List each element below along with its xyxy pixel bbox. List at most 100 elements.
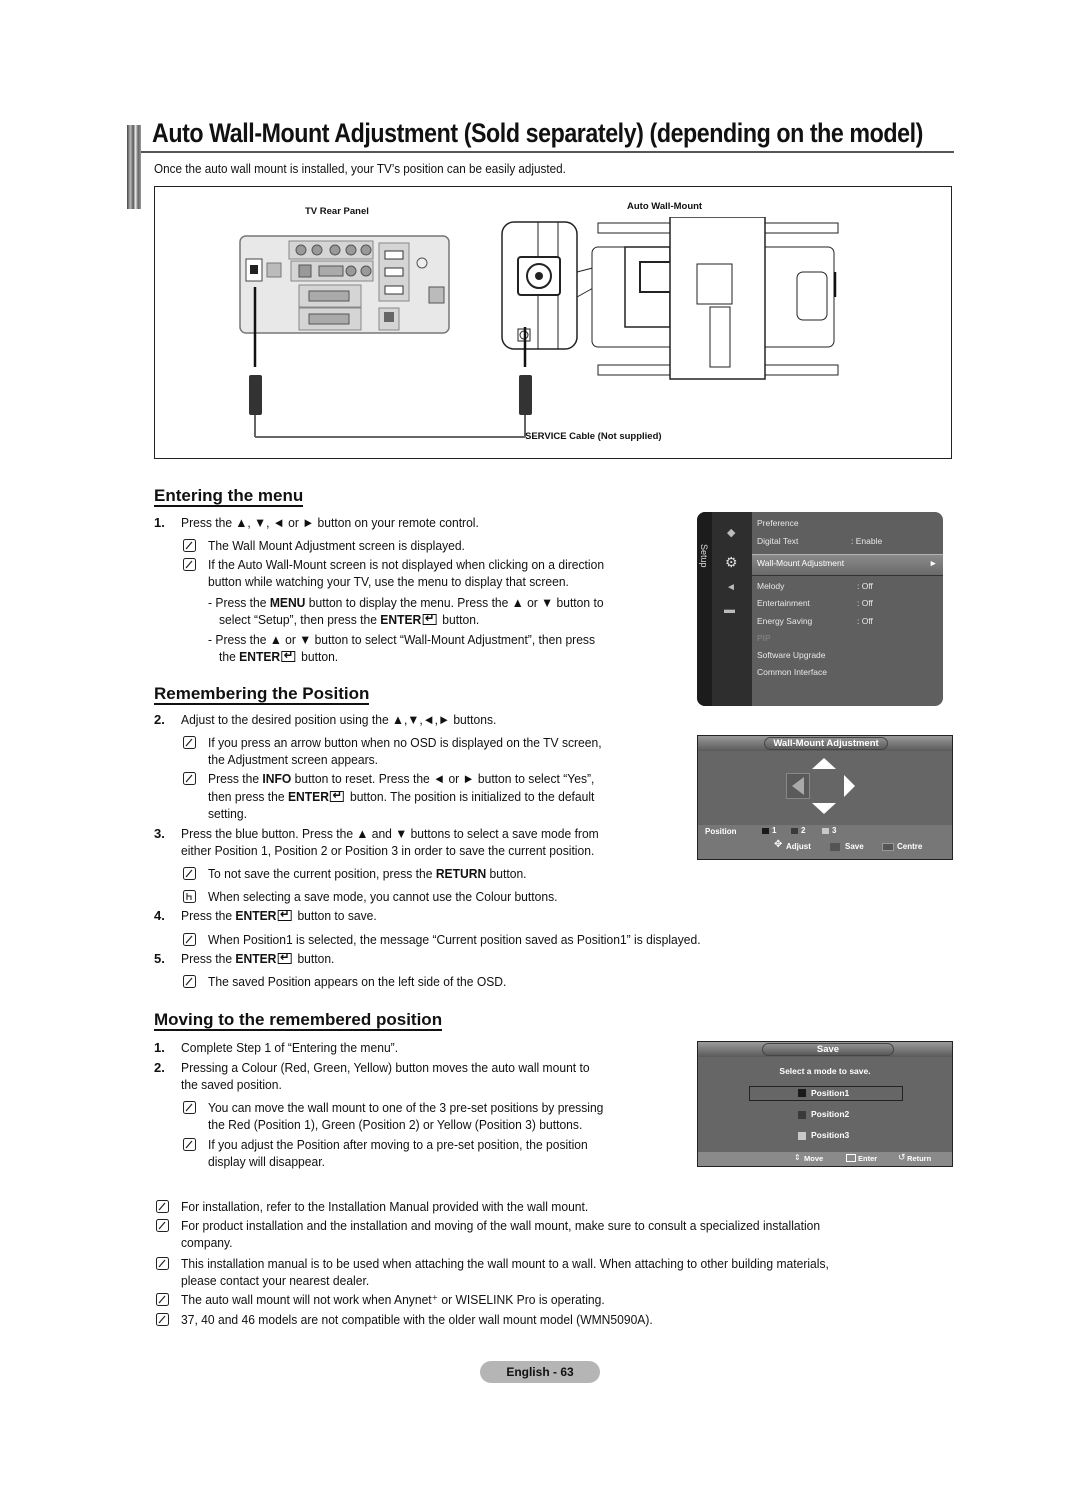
save-option-position1[interactable]: Position1 — [811, 1088, 849, 1098]
note-icon — [156, 1313, 169, 1326]
note-text: then press the ENTER button. The positio… — [208, 787, 594, 805]
osd-title: Save — [762, 1043, 894, 1056]
position-swatch-2 — [791, 828, 798, 834]
step-number: 2. — [154, 1060, 165, 1075]
step-number: 4. — [154, 908, 165, 923]
step-number: 1. — [154, 1040, 165, 1055]
step-text: Adjust to the desired position using the… — [181, 712, 497, 727]
step-text: Pressing a Colour (Red, Green, Yellow) b… — [181, 1060, 590, 1075]
note-icon — [156, 1257, 169, 1270]
note-icon — [183, 772, 196, 785]
title-divider — [141, 151, 954, 153]
general-note-text: 37, 40 and 46 models are not compatible … — [181, 1312, 653, 1327]
note-icon — [156, 1200, 169, 1213]
osd-icon-column: ◆ ⚙ ◄ ▬ — [712, 512, 752, 706]
step-text: Press the blue button. Press the ▲ and ▼… — [181, 826, 599, 841]
osd-menu-item-selected[interactable]: Wall-Mount Adjustment — [757, 558, 844, 568]
section-marker-bar — [127, 125, 141, 209]
osd-menu-item[interactable]: Software Upgrade — [757, 650, 826, 660]
position-1[interactable]: 1 — [772, 826, 776, 835]
osd-menu-item[interactable]: Preference — [757, 518, 799, 528]
heading-entering-menu: Entering the menu — [154, 486, 304, 507]
general-note-text: please contact your nearest dealer. — [181, 1273, 370, 1288]
note-text: To not save the current position, press … — [208, 866, 527, 881]
step-number: 2. — [154, 712, 165, 727]
return-label: Return — [907, 1154, 932, 1163]
note-text: the Adjustment screen appears. — [208, 752, 379, 767]
note-icon — [156, 1293, 169, 1306]
general-note-text: The auto wall mount will not work when A… — [181, 1292, 605, 1307]
instruction-text: select “Setup”, then press the ENTER but… — [219, 610, 479, 628]
cable-label: SERVICE Cable (Not supplied) — [525, 431, 662, 442]
osd-tab: Setup — [697, 512, 712, 706]
note-icon — [183, 933, 196, 946]
wall-mount-label: Auto Wall-Mount — [627, 201, 703, 212]
save-option-position3[interactable]: Position3 — [811, 1130, 849, 1140]
note-icon — [183, 975, 196, 988]
osd-menu-value: : Enable — [851, 536, 883, 546]
osd-menu-value: : Off — [857, 598, 873, 608]
heading-remembering-position: Remembering the Position — [154, 684, 370, 705]
note-icon — [183, 558, 196, 571]
enter-label: Enter — [858, 1154, 878, 1163]
osd-header: Wall-Mount Adjustment — [698, 736, 952, 751]
note-text: Press the INFO button to reset. Press th… — [208, 771, 595, 786]
arrow-down-button[interactable] — [812, 803, 836, 814]
page-title: Auto Wall-Mount Adjustment (Sold separat… — [152, 118, 923, 148]
save-prompt: Select a mode to save. — [779, 1066, 871, 1076]
position2-swatch — [798, 1111, 806, 1119]
position3-swatch — [798, 1132, 806, 1140]
note-text: If you press an arrow button when no OSD… — [208, 735, 602, 750]
osd-menu-item[interactable]: Melody — [757, 581, 784, 591]
intro-text: Once the auto wall mount is installed, y… — [154, 161, 566, 176]
wall-mount-illustration — [501, 217, 839, 380]
enter-icon — [846, 1154, 856, 1162]
osd-footer: Position 1 2 3 ✥ Adjust Save Centre — [698, 825, 952, 859]
arrow-up-button[interactable] — [812, 758, 836, 769]
note-text: When Position1 is selected, the message … — [208, 932, 701, 947]
input-icon: ◄ — [726, 582, 736, 593]
connection-diagram: TV Rear Panel Auto Wall-Mount SERVICE Ca… — [154, 186, 952, 459]
return-icon: ↺ — [898, 1152, 906, 1162]
page-number-badge: English - 63 — [480, 1361, 600, 1383]
general-note-text: For installation, refer to the Installat… — [181, 1199, 589, 1214]
step-text: Press the ▲, ▼, ◄ or ► button on your re… — [181, 515, 479, 530]
position-swatch-3 — [822, 828, 829, 834]
step-text: either Position 1, Position 2 or Positio… — [181, 843, 595, 858]
position-2[interactable]: 2 — [801, 826, 805, 835]
osd-tab-label: Setup — [699, 544, 709, 568]
instruction-text: the ENTER button. — [219, 647, 338, 665]
save-option-position2[interactable]: Position2 — [811, 1109, 849, 1119]
position-3[interactable]: 3 — [832, 826, 836, 835]
general-note-text: This installation manual is to be used w… — [181, 1256, 829, 1271]
note-text: When selecting a save mode, you cannot u… — [208, 889, 558, 904]
osd-wall-mount-adjustment: Wall-Mount Adjustment Position 1 2 3 ✥ A… — [697, 735, 953, 860]
note-text: If you adjust the Position after moving … — [208, 1137, 588, 1152]
note-text: If the Auto Wall-Mount screen is not dis… — [208, 557, 605, 572]
position1-swatch — [798, 1089, 806, 1097]
position-swatch-1 — [762, 828, 769, 834]
arrow-left-icon — [792, 777, 804, 795]
osd-title: Wall-Mount Adjustment — [764, 737, 888, 750]
instruction-text: - Press the ▲ or ▼ button to select “Wal… — [208, 632, 596, 647]
move-arrows-icon: ✥ — [774, 839, 783, 850]
enter-icon — [277, 906, 292, 923]
osd-menu-item[interactable]: Digital Text — [757, 536, 798, 546]
general-note-text: company. — [181, 1235, 233, 1250]
step-text: Press the ENTER button. — [181, 949, 334, 967]
adjust-label: Adjust — [786, 842, 811, 851]
step-text: the saved position. — [181, 1077, 282, 1092]
caution-icon — [183, 890, 196, 903]
tv-rear-panel-label: TV Rear Panel — [305, 206, 369, 217]
arrow-left-button-selected[interactable] — [786, 773, 810, 799]
osd-menu-item[interactable]: Common Interface — [757, 667, 827, 677]
osd-menu-value: : Off — [857, 581, 873, 591]
osd-menu-item[interactable]: Entertainment — [757, 598, 810, 608]
osd-menu-item[interactable]: Energy Saving — [757, 616, 812, 626]
arrow-right-button[interactable] — [844, 775, 855, 797]
info-button-icon — [882, 843, 894, 851]
move-label: Move — [804, 1154, 824, 1163]
general-note-text: For product installation and the install… — [181, 1218, 821, 1233]
note-text: The Wall Mount Adjustment screen is disp… — [208, 538, 465, 553]
picture-icon: ◆ — [727, 527, 736, 539]
